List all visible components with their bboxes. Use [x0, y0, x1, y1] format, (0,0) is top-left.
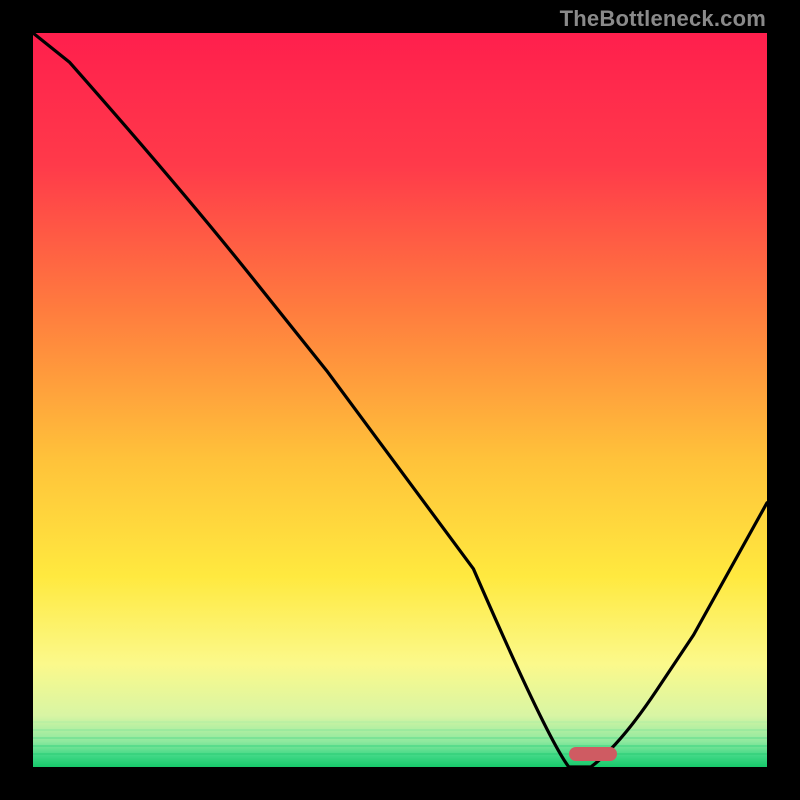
bottleneck-curve [33, 33, 767, 767]
optimum-marker [569, 747, 617, 761]
chart-frame: TheBottleneck.com [0, 0, 800, 800]
plot-area [33, 33, 767, 767]
watermark-text: TheBottleneck.com [560, 6, 766, 32]
